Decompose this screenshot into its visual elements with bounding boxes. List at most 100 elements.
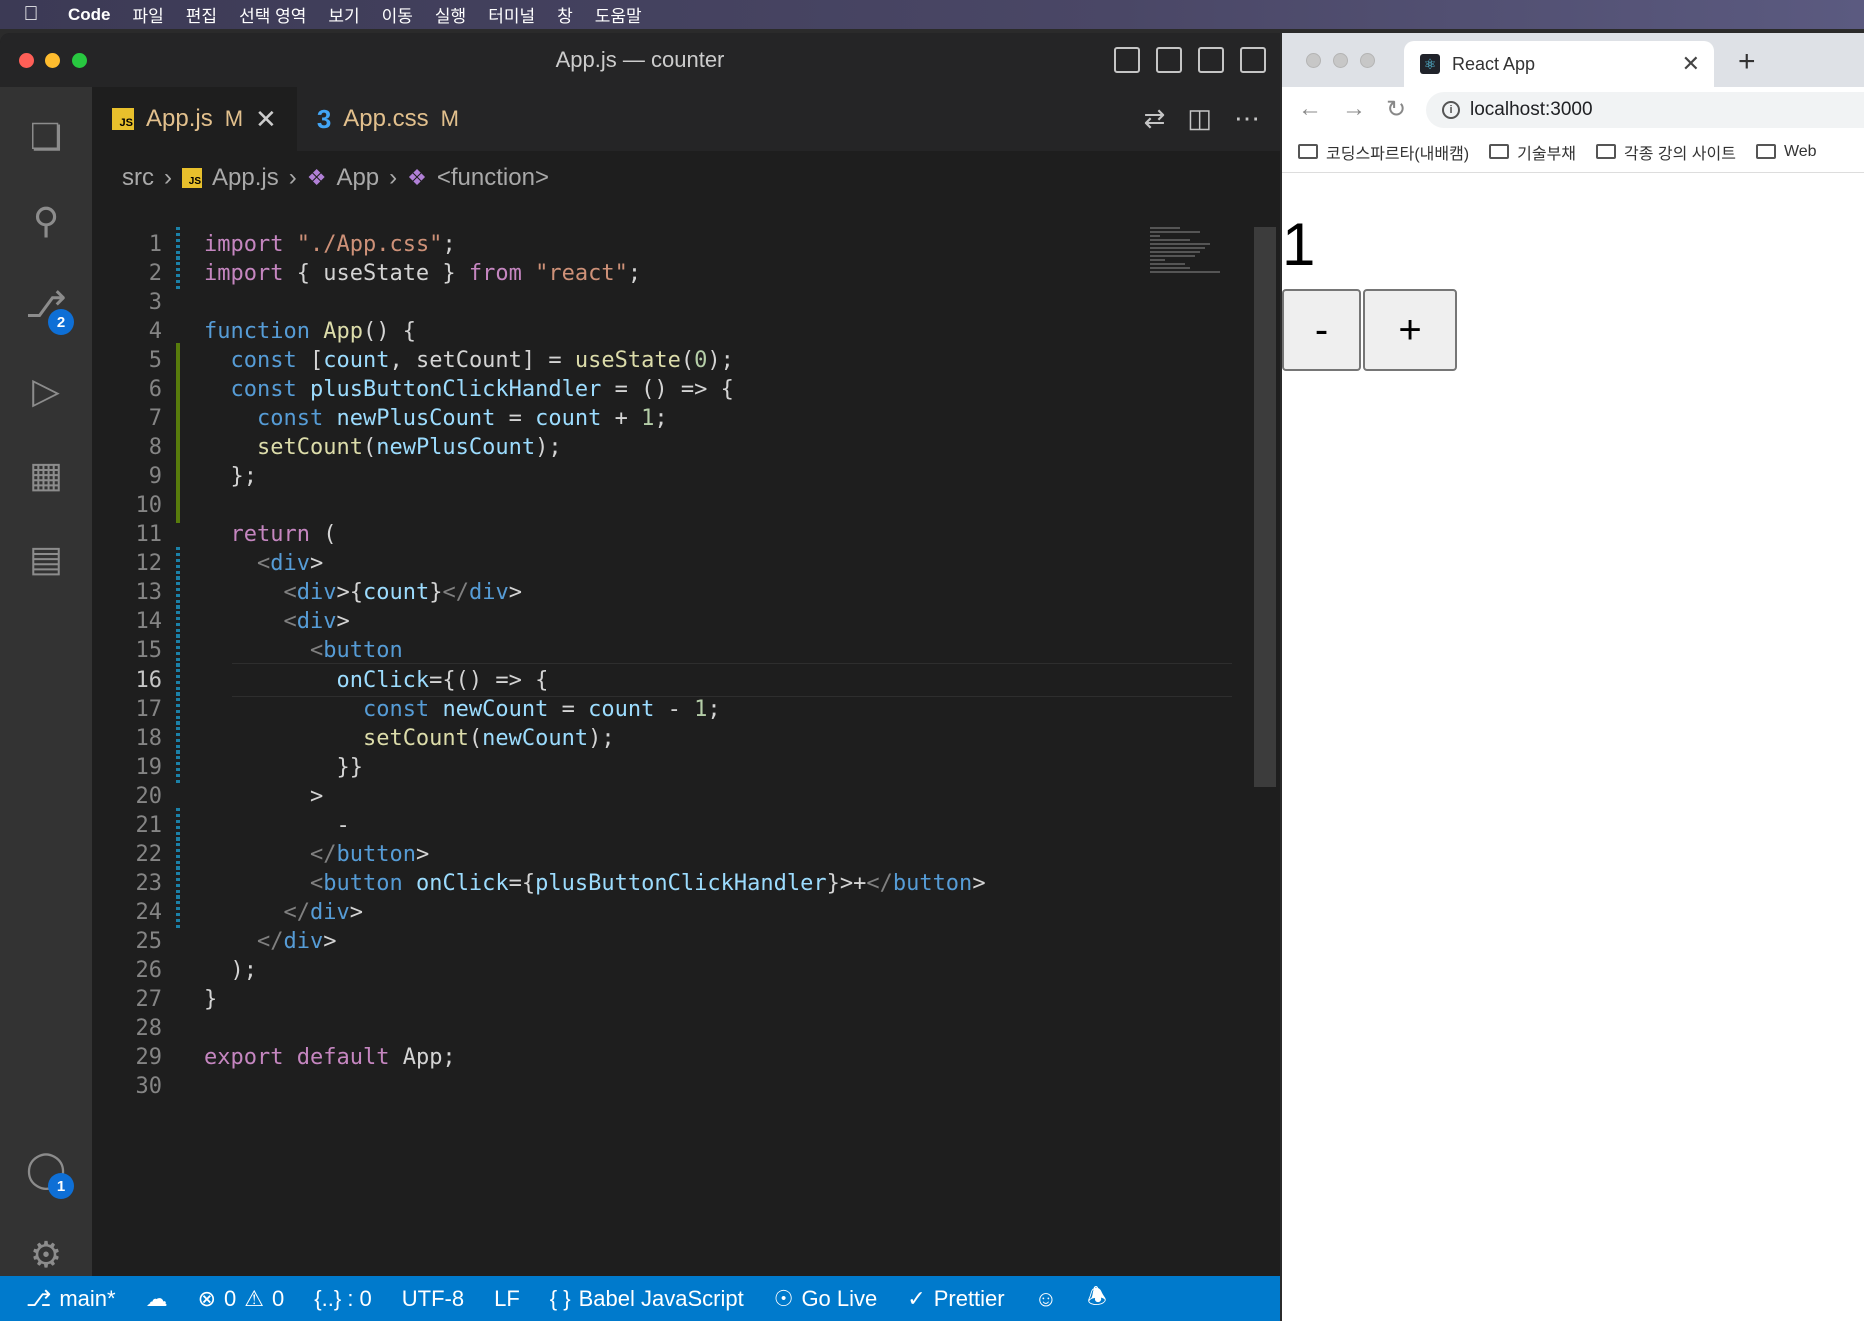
run-debug-icon[interactable]: ▷ [24,369,68,413]
split-editor-icon[interactable]: ◫ [1187,103,1212,134]
dirty-diff-marker [176,1069,180,1104]
menu-selection[interactable]: 선택 영역 [239,2,306,27]
back-icon[interactable]: ← [1298,95,1322,123]
toggle-secondary-sidebar-icon[interactable] [1198,47,1224,73]
code-line[interactable]: 30 [92,1069,1252,1104]
js-file-icon: JS [112,108,134,130]
line-number: 23 [135,870,163,896]
modified-indicator: M [440,106,459,131]
encoding-status[interactable]: UTF-8 [402,1286,464,1312]
reload-icon[interactable]: ↻ [1386,95,1406,124]
breadcrumb-symbol[interactable]: App [336,164,379,192]
minimize-window-button[interactable] [1333,53,1348,68]
line-number: 26 [135,958,163,983]
menu-view[interactable]: 보기 [328,2,359,27]
line-number: 30 [135,1074,163,1100]
minimize-window-button[interactable] [45,53,60,68]
code-text: setCount(newCount); [362,725,615,751]
menu-edit[interactable]: 편집 [186,2,217,27]
menu-file[interactable]: 파일 [133,2,164,27]
code-editor[interactable]: 1 import "./App.css"; 2 import { useState }… [92,227,1252,1307]
apple-icon[interactable]:  [20,3,42,26]
bookmark-folder[interactable]: 각종 강의 사이트 [1596,140,1736,164]
eol-status[interactable]: LF [494,1286,520,1312]
close-window-button[interactable] [19,53,34,68]
window-title: App.js — counter [555,47,725,72]
line-number: 13 [135,580,163,606]
error-count: 0 [224,1285,237,1311]
line-number: 3 [148,289,162,315]
bell-icon: 🕭 [1087,1283,1107,1309]
address-bar[interactable]: i localhost:3000 [1426,92,1864,128]
code-text: <button onClick={plusButtonClickHandler}… [309,870,986,896]
bookmark-label: 코딩스파르타(내배캠) [1326,145,1470,163]
more-actions-icon[interactable]: ⋯ [1234,103,1260,134]
menu-terminal[interactable]: 터미널 [488,2,535,27]
notifications-status[interactable]: 🕭 [1087,1280,1107,1318]
warning-icon: ⚠ [244,1285,265,1311]
branch-status[interactable]: ⎇ main* [26,1286,116,1312]
browser-tab[interactable]: ⚛ React App ✕ [1404,41,1714,87]
search-icon[interactable]: ⚲ [24,199,68,243]
minimap[interactable] [1150,227,1240,317]
menu-run[interactable]: 실행 [435,2,466,27]
close-tab-icon[interactable]: ✕ [255,104,277,135]
menu-help[interactable]: 도움말 [595,2,642,27]
line-number: 4 [148,318,162,344]
code-text: - [204,812,350,838]
warning-count: 0 [272,1285,285,1311]
vscode-window: App.js — counter ❏ ⚲ ⎇ 2 ▷ ▦ ▤ ◯ 1 ⚙ JS … [0,33,1280,1321]
toggle-panel-icon[interactable] [1156,47,1182,73]
go-live-status[interactable]: ☉ Go Live [774,1286,878,1312]
menu-app-name[interactable]: Code [68,5,111,25]
editor-tabs: JS App.js M ✕ 3 App.css M ⇄ ◫ ⋯ [92,87,1280,151]
maximize-window-button[interactable] [1360,53,1375,68]
gear-icon[interactable]: ⚙ [24,1233,68,1277]
feedback-status[interactable]: ☺ [1035,1286,1057,1312]
close-window-button[interactable] [1306,53,1321,68]
tab-app-js[interactable]: JS App.js M ✕ [92,87,297,151]
code-text: setCount(newPlusCount); [256,435,562,461]
maximize-window-button[interactable] [72,53,87,68]
menu-go[interactable]: 이동 [382,2,413,27]
bracket-status[interactable]: {..} : 0 [314,1286,372,1312]
menu-window[interactable]: 창 [557,2,573,27]
remote-explorer-icon[interactable]: ▤ [24,537,68,581]
open-changes-icon[interactable]: ⇄ [1144,103,1166,134]
line-number: 29 [135,1045,163,1071]
source-control-badge: 2 [48,309,74,335]
forward-icon[interactable]: → [1342,95,1366,123]
problems-status[interactable]: ⊗ 0 ⚠ 0 [198,1286,285,1312]
react-app-page: 1 - + [1282,173,1864,1321]
line-number: 28 [135,1016,163,1042]
sync-status[interactable]: ☁ [146,1286,168,1312]
line-number: 21 [135,812,163,838]
line-number: 6 [148,377,162,402]
line-number: 8 [148,435,162,461]
vscode-titlebar: App.js — counter [0,33,1280,87]
extensions-icon[interactable]: ▦ [24,453,68,497]
increment-button[interactable]: + [1363,289,1457,371]
bookmark-folder[interactable]: 기술부채 [1489,140,1576,164]
new-tab-button[interactable]: + [1738,45,1756,79]
language-status[interactable]: { } Babel JavaScript [550,1286,744,1312]
bookmark-folder[interactable]: 코딩스파르타(내배캠) [1298,140,1469,164]
breadcrumb-folder[interactable]: src [122,164,154,192]
toggle-primary-sidebar-icon[interactable] [1114,47,1140,73]
mac-menubar:  Code 파일 편집 선택 영역 보기 이동 실행 터미널 창 도움말 [0,0,1864,29]
prettier-status[interactable]: ✓ Prettier [907,1286,1004,1312]
site-info-icon[interactable]: i [1442,101,1460,119]
line-number: 17 [135,696,163,722]
code-text: </div> [256,928,337,954]
tab-app-css[interactable]: 3 App.css M [297,87,479,151]
decrement-button[interactable]: - [1282,289,1361,371]
explorer-icon[interactable]: ❏ [24,115,68,159]
customize-layout-icon[interactable] [1240,47,1266,73]
editor-scrollbar[interactable] [1254,227,1276,787]
breadcrumb-file[interactable]: App.js [212,164,279,192]
breadcrumb-symbol[interactable]: <function> [437,164,549,192]
close-tab-icon[interactable]: ✕ [1682,51,1700,77]
code-text: function App() { [204,318,416,344]
folder-icon [1596,144,1617,159]
bookmark-folder[interactable]: Web [1755,143,1817,161]
